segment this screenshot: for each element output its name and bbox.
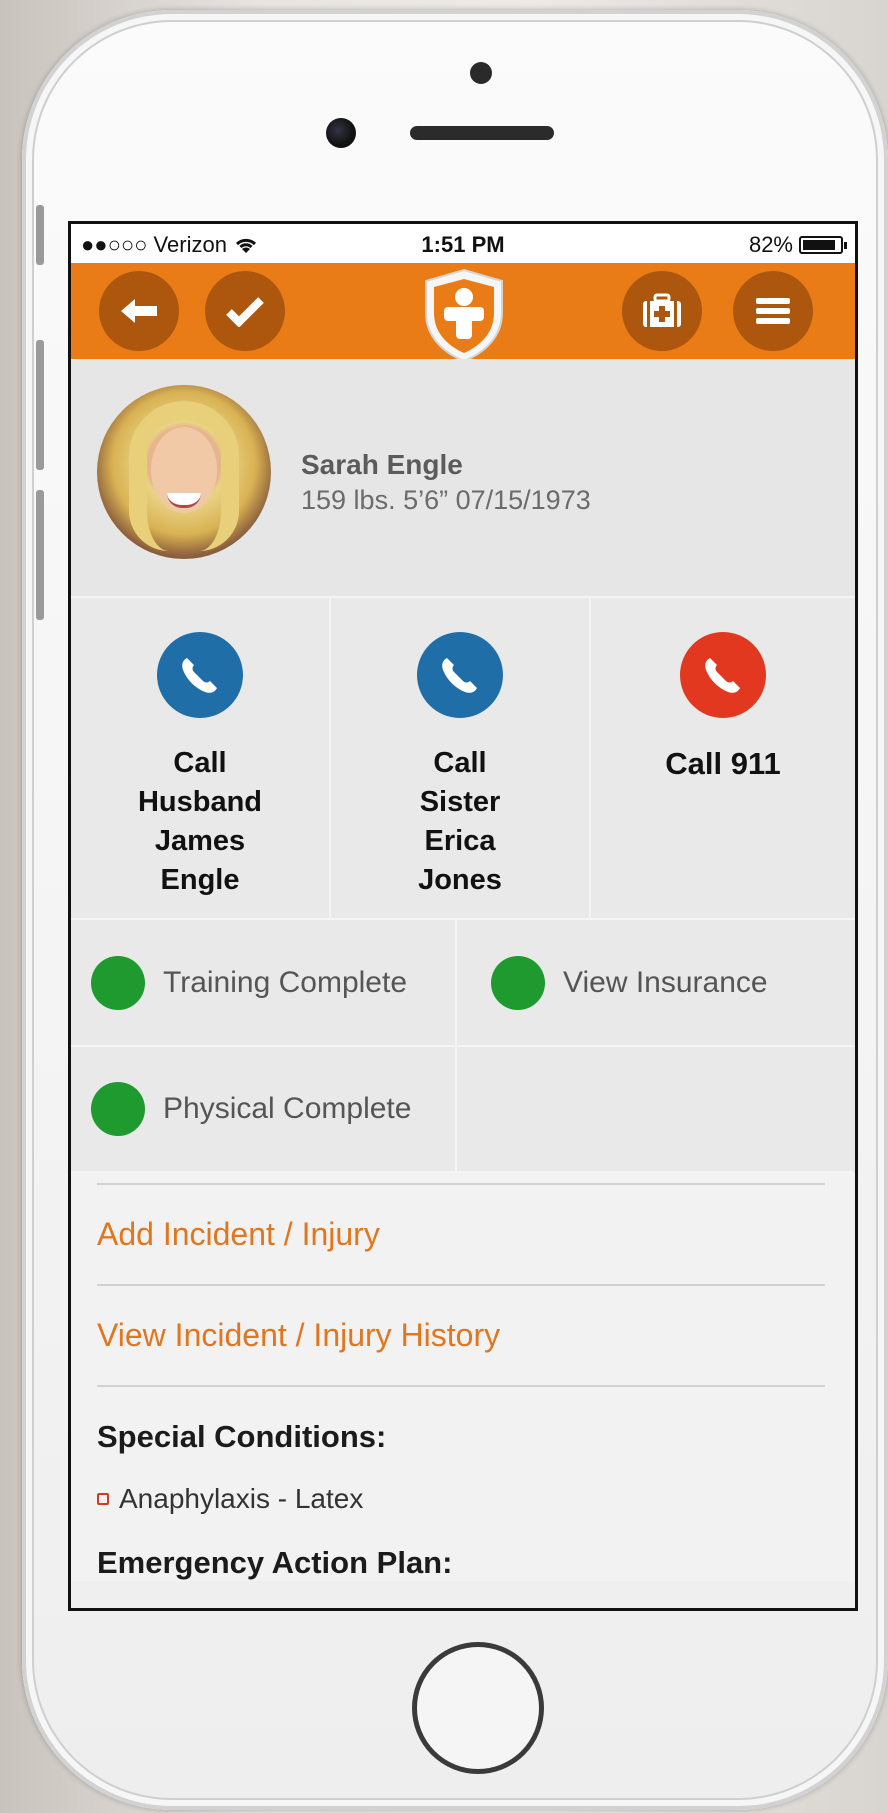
phone-icon [157,632,243,718]
volume-up-button [36,340,44,470]
training-status[interactable]: Training Complete [71,920,457,1047]
clock: 1:51 PM [421,232,505,257]
home-button[interactable] [412,1642,544,1774]
athlete-name: Sarah Engle [301,449,463,480]
phone-icon [680,632,766,718]
call-label-line: Erica [424,825,496,857]
actions-section: Add Incident / Injury View Incident / In… [71,1173,855,1581]
call-label-line: Call [433,747,487,779]
status-label: Training Complete [163,965,407,999]
profile-header: Sarah Engle 159 lbs. 5’6” 07/15/1973 [71,359,855,598]
emergency-plan-heading: Emergency Action Plan: [97,1545,453,1580]
status-bar: ●●○○○ Verizon 1:51 PM 82% [71,224,855,263]
status-dot-icon [91,1082,145,1136]
menu-button[interactable] [733,271,813,351]
app-toolbar [71,263,855,363]
volume-down-button [36,490,44,620]
back-button[interactable] [99,271,179,351]
call-label-line: Call 911 [665,746,781,781]
checkmark-icon [226,297,264,327]
proximity-sensor [470,62,492,84]
app-screen: ●●○○○ Verizon 1:51 PM 82% Sarah Engle 15… [68,221,858,1611]
condition-text: Anaphylaxis - Latex [119,1483,364,1514]
athlete-details: 159 lbs. 5’6” 07/15/1973 [301,485,591,515]
mute-switch [36,205,44,265]
call-label-line: Sister [419,786,501,818]
phone-icon [417,632,503,718]
call-label-line: Engle [160,864,240,896]
bullet-icon [97,1493,109,1505]
call-husband-button[interactable]: Call Husband James Engle [71,598,331,918]
front-camera [326,118,356,148]
app-logo[interactable] [420,267,508,363]
call-911-button[interactable]: Call 911 [591,598,855,918]
call-label-line: James [154,825,246,857]
status-dot-icon [491,955,545,1010]
physical-status[interactable]: Physical Complete [71,1047,457,1173]
call-sister-button[interactable]: Call Sister Erica Jones [331,598,591,918]
call-label-line: Husband [137,786,263,818]
status-label: Physical Complete [163,1092,412,1125]
view-incident-history-link[interactable]: View Incident / Injury History [97,1284,825,1385]
earpiece-speaker [410,126,554,140]
condition-item: Anaphylaxis - Latex [97,1483,825,1515]
hamburger-menu-icon [756,298,790,324]
special-conditions-heading: Special Conditions: [97,1385,825,1455]
status-label: View Insurance [563,965,768,999]
call-label-line: Call [173,747,227,779]
empty-status-cell [457,1047,853,1173]
call-buttons-row: Call Husband James Engle Call Sister Eri… [71,598,855,920]
status-dot-icon [91,955,145,1010]
battery-icon [799,236,847,254]
add-incident-link[interactable]: Add Incident / Injury [97,1183,825,1284]
battery-percent: 82% [748,232,793,257]
avatar[interactable] [97,385,271,559]
confirm-button[interactable] [205,271,285,351]
view-insurance-link[interactable]: View Insurance [457,920,853,1047]
call-label-line: Jones [418,864,502,896]
status-grid: Training Complete View Insurance Physica… [71,920,855,1173]
first-aid-kit-icon [643,293,681,327]
medical-kit-button[interactable] [622,271,702,351]
arrow-left-icon [121,299,157,323]
shield-person-logo [425,268,503,363]
